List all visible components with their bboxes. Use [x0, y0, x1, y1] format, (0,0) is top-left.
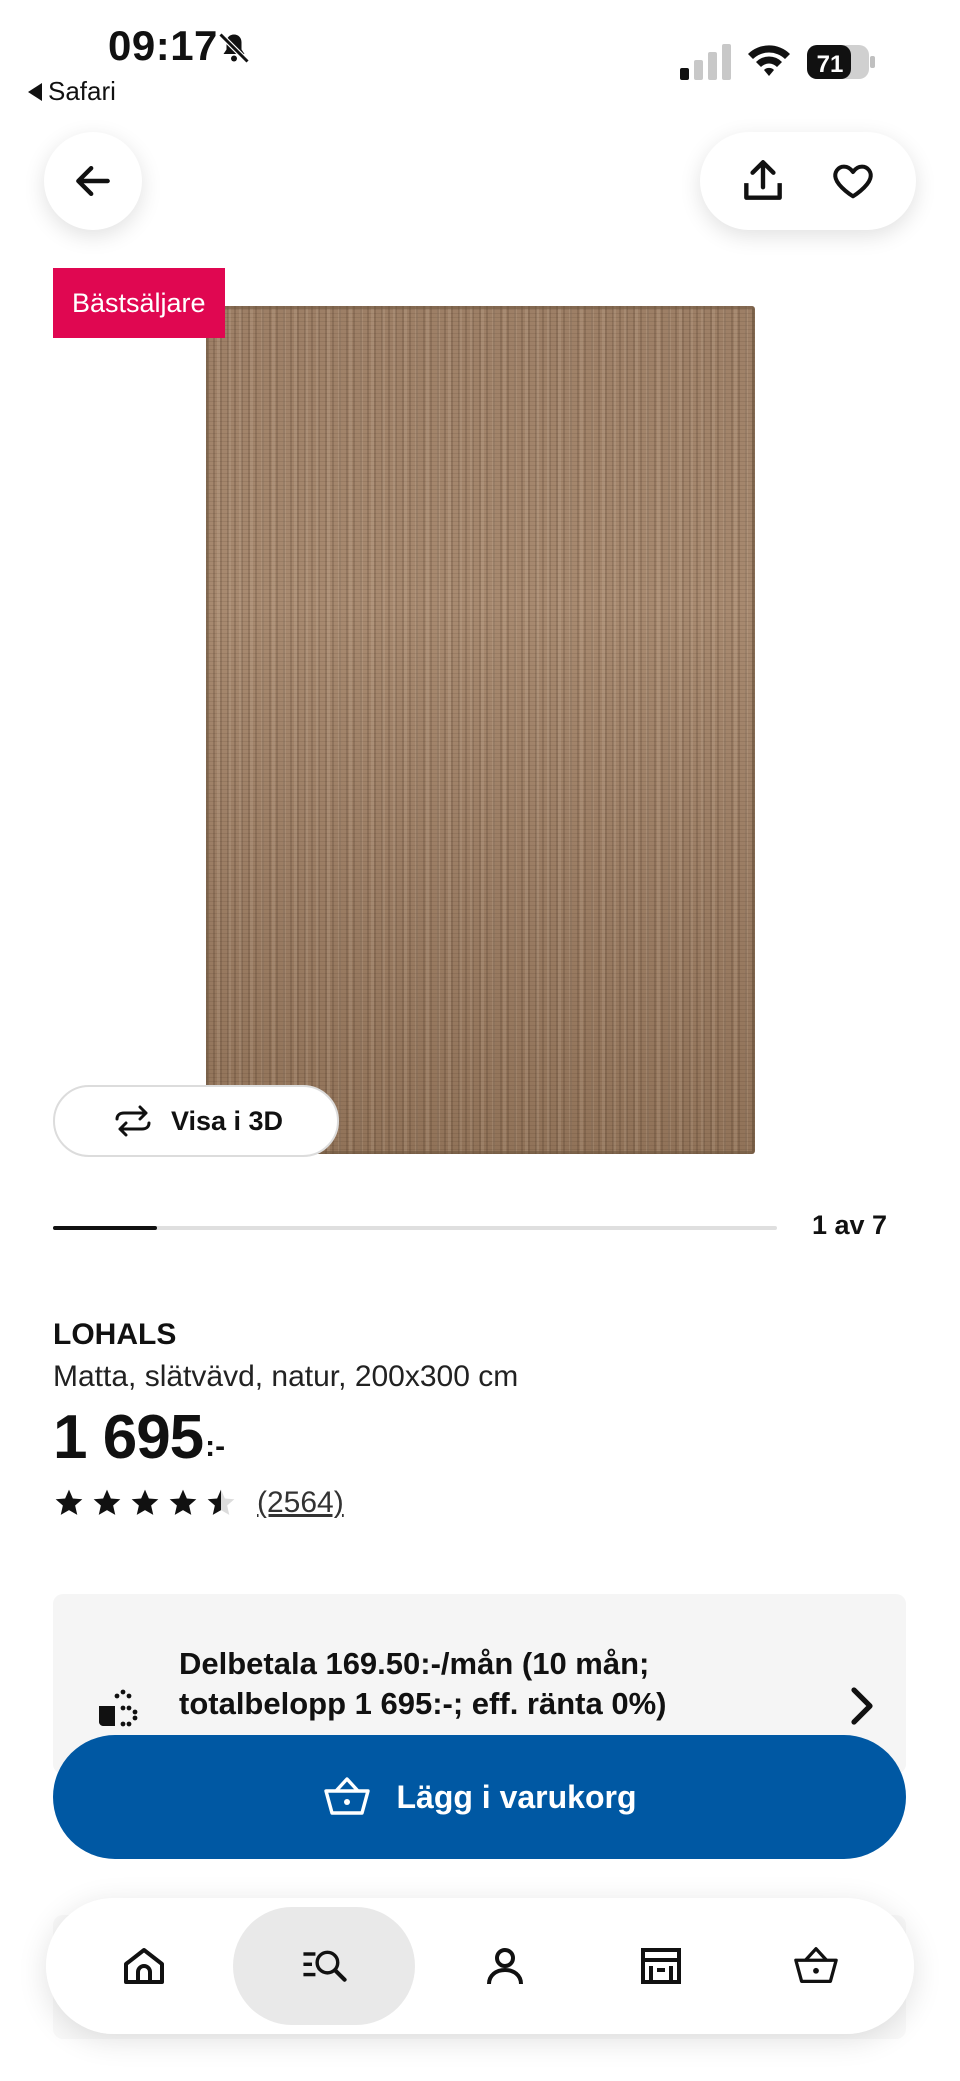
add-to-cart-label: Lägg i varukorg	[396, 1778, 637, 1815]
star-icon	[169, 1489, 197, 1515]
add-to-cart-button[interactable]: Lägg i varukorg	[53, 1735, 906, 1859]
product-price: 1 695 :-	[53, 1402, 225, 1474]
product-rating[interactable]: (2564)	[53, 1486, 344, 1520]
favorite-button[interactable]	[825, 153, 881, 209]
nav-search[interactable]	[233, 1907, 416, 2025]
product-name[interactable]: LOHALS	[53, 1318, 176, 1352]
silent-bell-icon	[218, 32, 250, 64]
status-time: 09:17	[108, 22, 218, 69]
wifi-icon	[748, 45, 790, 76]
installment-line-1: Delbetala 169.50:-/mån (10 mån;	[179, 1646, 650, 1681]
installment-line-2: totalbelopp 1 695:-; eff. ränta 0%)	[179, 1686, 667, 1721]
bestseller-badge: Bästsäljare	[53, 268, 225, 338]
product-image-rug[interactable]	[206, 306, 755, 1154]
search-list-icon	[303, 1950, 348, 1982]
person-icon	[486, 1948, 523, 1985]
nav-profile[interactable]	[439, 1910, 571, 2022]
chevron-right-icon	[851, 1687, 873, 1725]
basket-icon	[794, 1947, 838, 1983]
price-suffix: :-	[205, 1430, 226, 1463]
back-app-label: Safari	[48, 76, 116, 106]
store-icon	[640, 1948, 681, 1984]
share-button[interactable]	[735, 153, 791, 209]
hand-coins-icon	[99, 1689, 138, 1727]
carousel-progress-fill	[53, 1226, 157, 1230]
cellular-signal-icon	[680, 44, 731, 80]
installment-text: Delbetala 169.50:-/mån (10 mån; totalbel…	[179, 1644, 759, 1724]
price-number: 1 695	[53, 1403, 204, 1472]
star-icon	[93, 1489, 121, 1515]
product-actions	[700, 132, 916, 230]
bottom-nav	[46, 1898, 914, 2034]
heart-icon	[833, 164, 873, 199]
rotate-3d-icon	[115, 1105, 151, 1137]
star-icon	[207, 1489, 235, 1515]
home-icon	[123, 1948, 164, 1984]
nav-cart[interactable]	[750, 1910, 882, 2022]
nav-home[interactable]	[78, 1910, 210, 2022]
carousel-progress-track	[53, 1226, 777, 1230]
back-button[interactable]	[44, 132, 142, 230]
view-3d-button[interactable]: Visa i 3D	[53, 1085, 339, 1157]
arrow-left-icon	[76, 165, 110, 197]
review-count-link[interactable]: (2564)	[257, 1486, 344, 1520]
battery-level: 71	[817, 51, 844, 78]
nav-store[interactable]	[595, 1910, 727, 2022]
star-icon	[131, 1489, 159, 1515]
back-to-app[interactable]: Safari	[28, 76, 116, 107]
back-triangle-icon	[28, 82, 42, 101]
carousel-counter: 1 av 7	[812, 1210, 888, 1240]
product-description: Matta, slätvävd, natur, 200x300 cm	[53, 1360, 519, 1393]
status-bar: 09:17 Safari 71	[0, 0, 960, 120]
basket-icon	[324, 1777, 371, 1815]
rating-stars	[53, 1487, 237, 1519]
star-icon	[55, 1489, 83, 1515]
share-icon	[744, 160, 782, 200]
view-3d-label: Visa i 3D	[170, 1105, 284, 1136]
battery-icon: 71	[807, 45, 875, 79]
